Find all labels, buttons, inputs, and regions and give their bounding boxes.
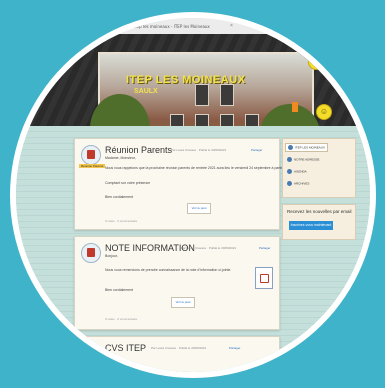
post-meta: Par Laura Cravaux · Publié le 30/09/2021	[171, 148, 227, 152]
location-icon	[287, 157, 292, 162]
sidebar-item-label: ITEP LES MOINEAUX	[295, 145, 325, 150]
home-icon	[288, 145, 293, 150]
newsletter-box: Recevez les nouvelles par email Inscrive…	[282, 204, 356, 240]
bookmark-icon	[292, 102, 298, 112]
window	[220, 84, 234, 106]
sidebar-item-agenda[interactable]: AGENDA	[287, 169, 307, 174]
screenshot-viewport: itep les moineaux - ITEP les Moineaux × …	[16, 18, 370, 372]
smiley-icon: ☺	[308, 54, 324, 70]
post-footer: 0 votes · 0 commentaire	[105, 317, 138, 321]
post-category-badge: Réunion Parents	[79, 164, 106, 168]
sidebar-nav: ITEP LES MOINEAUX NOTRE ADRESSE AGENDA A…	[282, 138, 356, 198]
read-more-button[interactable]: Voir le post	[171, 297, 195, 308]
calendar-icon	[81, 243, 101, 263]
post-footer: 0 votes · 0 commentaire	[105, 219, 138, 223]
newsletter-label: Recevez les nouvelles par email	[287, 209, 352, 214]
pdf-file-icon[interactable]	[255, 267, 273, 289]
calendar-icon	[81, 343, 101, 363]
post-meta: Par Laura Cravaux · Publié le 30/09/2021	[181, 246, 237, 250]
post-card: CVS ITEP Par Laura Cravaux · Publié le 3…	[74, 336, 280, 372]
post-title[interactable]: CVS ITEP	[105, 343, 146, 353]
post-text: Bien cordialement	[105, 288, 134, 292]
site-title[interactable]: ITEP LES MOINEAUX	[126, 74, 246, 86]
tab-close-icon[interactable]: ×	[230, 23, 233, 29]
share-link[interactable]: Partager	[251, 148, 263, 152]
post-title[interactable]: Réunion Parents	[105, 145, 172, 155]
sidebar-item-home[interactable]: ITEP LES MOINEAUX	[285, 143, 328, 152]
newsletter-subscribe-button[interactable]: Inscrivez-vous maintenant	[289, 221, 333, 230]
sidebar-item-label: AGENDA	[294, 169, 307, 174]
share-link[interactable]: Partager	[259, 246, 271, 250]
sidebar-item-label: ARCHIVES	[294, 181, 310, 186]
browser-tab[interactable]: itep les moineaux - ITEP les Moineaux	[134, 24, 210, 29]
sidebar-item-address[interactable]: NOTRE ADRESSE	[287, 157, 320, 162]
post-text: Bien cordialement	[105, 195, 134, 199]
sidebar-item-archives[interactable]: ARCHIVES	[287, 181, 309, 186]
archive-icon	[287, 181, 292, 186]
post-text: Madame, Monsieur,	[105, 156, 136, 160]
site-header: ITEP LES MOINEAUX SAULX ☺ ☺	[16, 34, 370, 166]
main-content: Réunion Parents Réunion Parents Par Laur…	[16, 126, 370, 372]
post-text: Nous vous remercions de prendre connaiss…	[105, 268, 232, 272]
post-meta: Par Laura Cravaux · Publié le 30/09/2021	[151, 346, 207, 350]
calendar-icon	[287, 169, 292, 174]
post-text: Comptant sur votre présence	[105, 181, 151, 185]
post-card: Réunion Parents Réunion Parents Par Laur…	[74, 138, 299, 230]
calendar-icon	[81, 145, 101, 165]
read-more-button[interactable]: Voir le post	[187, 203, 211, 214]
site-subtitle: SAULX	[134, 88, 158, 95]
post-text: Nous vous rappelons que la prochaine réu…	[105, 166, 299, 170]
share-link[interactable]: Partager	[229, 346, 241, 350]
post-text: Bonjour,	[105, 254, 118, 258]
browser-tab-bar: itep les moineaux - ITEP les Moineaux ×	[16, 18, 370, 35]
post-card: NOTE INFORMATION Par Laura Cravaux · Pub…	[74, 236, 280, 330]
window	[195, 84, 209, 106]
sidebar-item-label: NOTRE ADRESSE	[294, 157, 320, 162]
circular-frame: itep les moineaux - ITEP les Moineaux × …	[10, 12, 376, 378]
smiley-icon: ☺	[316, 104, 332, 120]
